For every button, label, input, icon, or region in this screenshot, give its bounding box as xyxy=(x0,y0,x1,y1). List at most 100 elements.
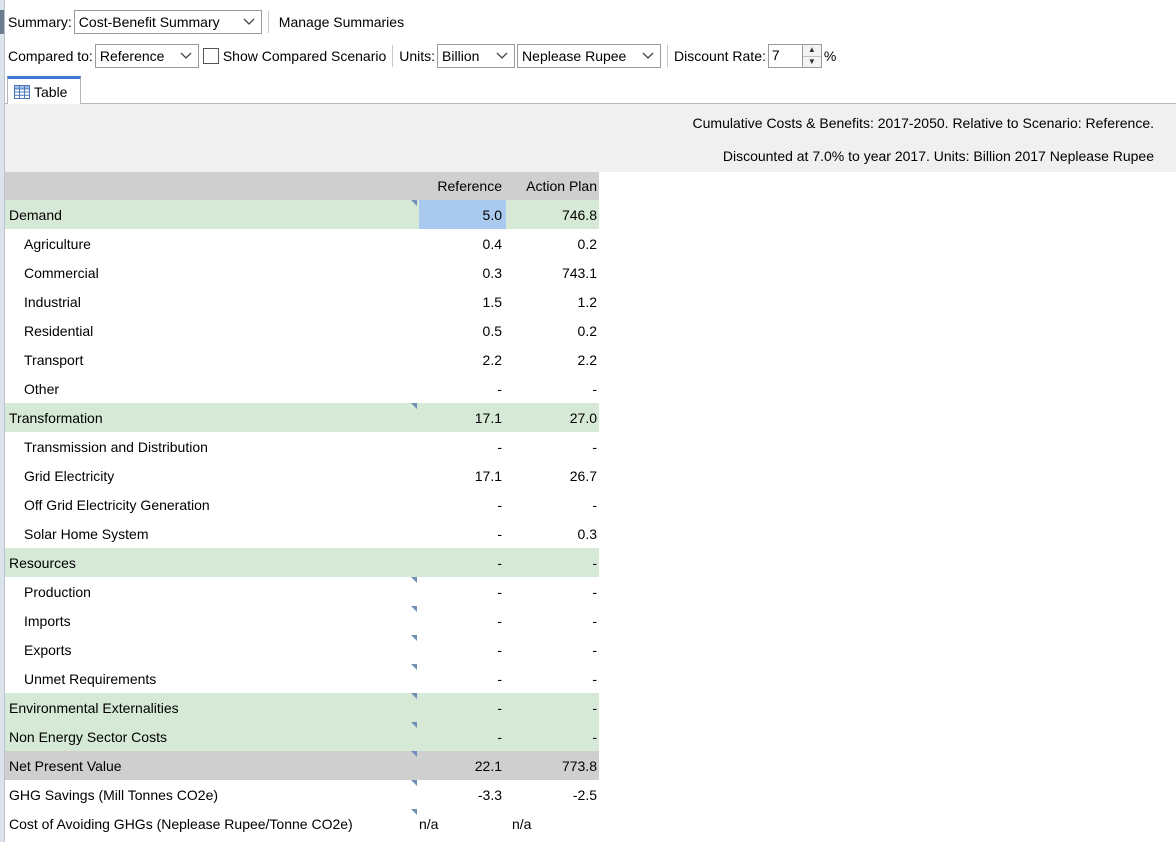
cell-action-plan[interactable]: 773.8 xyxy=(506,751,599,780)
table-row[interactable]: Agriculture 0.4 0.2 xyxy=(5,229,599,258)
cell-reference[interactable]: 17.1 xyxy=(419,461,506,490)
cell-reference[interactable]: n/a xyxy=(419,809,506,838)
cell-reference[interactable]: - xyxy=(419,432,506,461)
table-row[interactable]: Grid Electricity 17.1 26.7 xyxy=(5,461,599,490)
column-header-action-plan[interactable]: Action Plan xyxy=(506,172,599,200)
row-label: Resources xyxy=(5,548,419,577)
table-row[interactable]: Imports - - xyxy=(5,606,599,635)
table-row-cost-of-avoiding-ghgs[interactable]: Cost of Avoiding GHGs (Neplease Rupee/To… xyxy=(5,809,599,838)
cell-action-plan[interactable]: 0.3 xyxy=(506,519,599,548)
cell-reference[interactable]: 17.1 xyxy=(419,403,506,432)
cell-reference[interactable]: - xyxy=(419,577,506,606)
cell-action-plan[interactable]: - xyxy=(506,548,599,577)
summary-label: Summary: xyxy=(8,14,72,30)
discount-rate-spinner[interactable]: 7 ▲ ▼ xyxy=(767,44,822,68)
row-label: Other xyxy=(24,380,60,397)
spin-down-icon[interactable]: ▼ xyxy=(802,55,821,68)
table-row[interactable]: Off Grid Electricity Generation - - xyxy=(5,490,599,519)
cell-reference[interactable]: - xyxy=(419,606,506,635)
toolbar-divider xyxy=(267,11,269,33)
cell-reference[interactable]: 22.1 xyxy=(419,751,506,780)
cell-action-plan[interactable]: 27.0 xyxy=(506,403,599,432)
toolbar-divider xyxy=(392,45,394,67)
table-row[interactable]: Unmet Requirements - - xyxy=(5,664,599,693)
cell-reference[interactable]: 5.0 xyxy=(419,200,506,229)
compared-to-label: Compared to: xyxy=(8,48,93,64)
currency-select[interactable]: Neplease Rupee xyxy=(517,44,662,68)
units-scale-select[interactable]: Billion xyxy=(437,44,516,68)
cell-reference[interactable]: - xyxy=(419,374,506,403)
table-row-non-energy-sector-costs[interactable]: Non Energy Sector Costs - - xyxy=(5,722,599,751)
table-row[interactable]: Exports - - xyxy=(5,635,599,664)
cell-action-plan[interactable]: - xyxy=(506,693,599,722)
table-row-environmental-externalities[interactable]: Environmental Externalities - - xyxy=(5,693,599,722)
table-row-net-present-value[interactable]: Net Present Value 22.1 773.8 xyxy=(5,751,599,780)
cell-reference[interactable]: 2.2 xyxy=(419,345,506,374)
cell-action-plan[interactable]: - xyxy=(506,664,599,693)
cell-action-plan[interactable]: 1.2 xyxy=(506,287,599,316)
column-header-reference[interactable]: Reference xyxy=(419,172,506,200)
cell-reference[interactable]: - xyxy=(419,519,506,548)
table-row[interactable]: Production - - xyxy=(5,577,599,606)
compared-scenario-select[interactable]: Reference xyxy=(94,44,199,68)
cell-action-plan[interactable]: - xyxy=(506,635,599,664)
cell-reference[interactable]: - xyxy=(419,548,506,577)
report-header: Cumulative Costs & Benefits: 2017-2050. … xyxy=(5,104,1176,172)
cell-reference[interactable]: - xyxy=(419,635,506,664)
show-compared-scenario-label: Show Compared Scenario xyxy=(222,48,387,64)
cell-action-plan[interactable]: - xyxy=(506,374,599,403)
row-label: Cost of Avoiding GHGs (Neplease Rupee/To… xyxy=(5,809,419,838)
show-compared-scenario-checkbox[interactable] xyxy=(202,48,219,64)
summary-select[interactable]: Cost-Benefit Summary xyxy=(73,10,262,34)
units-scale-value: Billion xyxy=(442,48,480,64)
table-row-transformation[interactable]: Transformation 17.1 27.0 xyxy=(5,403,599,432)
table-row-ghg-savings[interactable]: GHG Savings (Mill Tonnes CO2e) -3.3 -2.5 xyxy=(5,780,599,809)
table-row[interactable]: Residential 0.5 0.2 xyxy=(5,316,599,345)
cell-action-plan[interactable]: 743.1 xyxy=(506,258,599,287)
spin-up-icon[interactable]: ▲ xyxy=(803,45,821,56)
discount-rate-label: Discount Rate: xyxy=(674,48,766,64)
cell-reference[interactable]: - xyxy=(419,722,506,751)
currency-value: Neplease Rupee xyxy=(522,48,627,64)
cell-reference[interactable]: - xyxy=(419,664,506,693)
cell-reference[interactable]: 1.5 xyxy=(419,287,506,316)
cell-action-plan[interactable]: - xyxy=(506,432,599,461)
cell-reference[interactable]: - xyxy=(419,490,506,519)
panel-splitter-handle[interactable] xyxy=(0,10,4,34)
table-row[interactable]: Transport 2.2 2.2 xyxy=(5,345,599,374)
table-row[interactable]: Other - - xyxy=(5,374,599,403)
tab-table-label: Table xyxy=(34,84,68,100)
cell-action-plan[interactable]: - xyxy=(506,722,599,751)
cell-action-plan[interactable]: 2.2 xyxy=(506,345,599,374)
cell-action-plan[interactable]: -2.5 xyxy=(506,780,599,809)
cell-reference[interactable]: 0.5 xyxy=(419,316,506,345)
cell-action-plan[interactable]: - xyxy=(506,577,599,606)
cell-reference[interactable]: - xyxy=(419,693,506,722)
cell-action-plan[interactable]: 26.7 xyxy=(506,461,599,490)
cell-reference[interactable]: -3.3 xyxy=(419,780,506,809)
tab-table[interactable]: Table xyxy=(7,76,81,105)
manage-summaries-button[interactable]: Manage Summaries xyxy=(275,14,408,30)
cell-action-plan[interactable]: 0.2 xyxy=(506,229,599,258)
discount-rate-input[interactable]: 7 xyxy=(767,44,802,68)
table-row-demand[interactable]: Demand 5.0 746.8 xyxy=(5,200,599,229)
table-row[interactable]: Commercial 0.3 743.1 xyxy=(5,258,599,287)
row-label: GHG Savings (Mill Tonnes CO2e) xyxy=(5,780,419,809)
cell-action-plan[interactable]: n/a xyxy=(506,809,599,838)
table-row[interactable]: Transmission and Distribution - - xyxy=(5,432,599,461)
view-tabs: Table xyxy=(5,76,1176,105)
cell-reference[interactable]: 0.4 xyxy=(419,229,506,258)
cell-action-plan[interactable]: 746.8 xyxy=(506,200,599,229)
table-row[interactable]: Industrial 1.5 1.2 xyxy=(5,287,599,316)
cell-reference[interactable]: 0.3 xyxy=(419,258,506,287)
comment-indicator-icon xyxy=(411,200,417,206)
row-label: Environmental Externalities xyxy=(5,693,419,722)
comment-indicator-icon xyxy=(411,664,417,670)
comment-indicator-icon xyxy=(411,780,417,786)
table-row-resources[interactable]: Resources - - xyxy=(5,548,599,577)
cell-action-plan[interactable]: 0.2 xyxy=(506,316,599,345)
table-row[interactable]: Solar Home System - 0.3 xyxy=(5,519,599,548)
cell-action-plan[interactable]: - xyxy=(506,490,599,519)
cell-action-plan[interactable]: - xyxy=(506,606,599,635)
summary-select-value: Cost-Benefit Summary xyxy=(78,14,220,30)
